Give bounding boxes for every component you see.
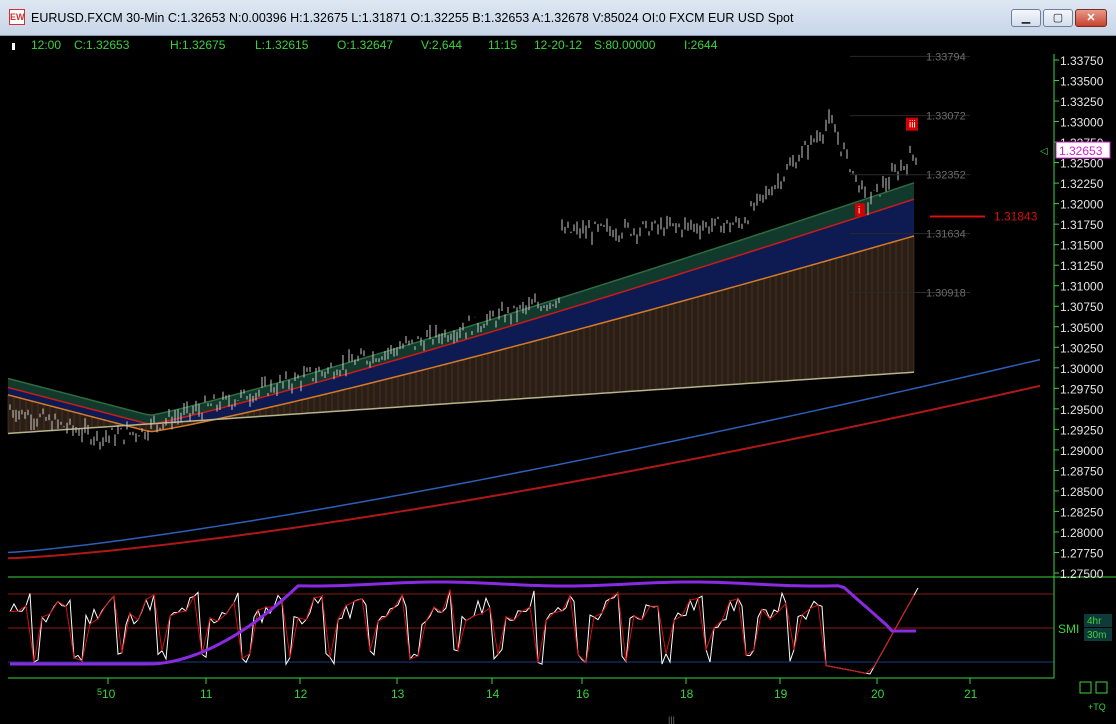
- price-tick-label: 1.31500: [1060, 239, 1104, 253]
- red-level-label: 1.31843: [994, 210, 1038, 224]
- info-high: H:1.32675: [170, 38, 226, 52]
- price-tick-label: 1.30000: [1060, 362, 1104, 376]
- chart-area[interactable]: 1.337501.335001.332501.330001.327501.325…: [0, 36, 1116, 724]
- current-price-label: 1.32653: [1059, 144, 1103, 158]
- bar-info-line: 12:00 C:1.32653 H:1.32675 L:1.32615 O:1.…: [0, 36, 1050, 54]
- price-tick-label: 1.32250: [1060, 177, 1104, 191]
- info-date: 12-20-12: [534, 38, 583, 52]
- close-button[interactable]: ✕: [1075, 9, 1107, 27]
- maximize-icon: ▢: [1052, 12, 1064, 24]
- price-tick-label: 1.33000: [1060, 116, 1104, 130]
- month-marker: 5: [97, 687, 102, 697]
- price-tick-label: 1.29250: [1060, 423, 1104, 437]
- window-title: EURUSD.FXCM 30-Min C:1.32653 N:0.00396 H…: [31, 11, 794, 25]
- pane-splitter: |||: [668, 715, 675, 724]
- price-tick-label: 1.30250: [1060, 341, 1104, 355]
- date-tick-label: 14: [486, 687, 500, 701]
- info-low: L:1.32615: [255, 38, 309, 52]
- info-s: S:80.00000: [594, 38, 656, 52]
- price-tick-label: 1.28250: [1060, 505, 1104, 519]
- info-time: 12:00: [31, 38, 62, 52]
- level-label: 1.31634: [926, 229, 966, 241]
- price-tick-label: 1.29000: [1060, 444, 1104, 458]
- date-tick-label: 12: [294, 687, 308, 701]
- price-tick-label: 1.28000: [1060, 526, 1104, 540]
- date-tick-label: 11: [200, 687, 213, 701]
- price-tick-label: 1.33750: [1060, 54, 1104, 68]
- timeframe-2: 30m: [1087, 630, 1106, 641]
- indicator-name: SMI: [1058, 622, 1079, 636]
- minimize-icon: ▁: [1021, 12, 1031, 24]
- date-tick-label: 13: [391, 687, 405, 701]
- date-tick-label: 20: [871, 687, 885, 701]
- wave-marker-label: iii: [909, 120, 916, 131]
- price-chart[interactable]: 1.337501.335001.332501.330001.327501.325…: [0, 36, 1116, 724]
- app-icon: EW: [9, 9, 25, 25]
- price-tick-label: 1.29750: [1060, 382, 1104, 396]
- window-titlebar: EW EURUSD.FXCM 30-Min C:1.32653 N:0.0039…: [0, 0, 1116, 36]
- info-i: I:2644: [684, 38, 718, 52]
- price-tick-label: 1.28500: [1060, 485, 1104, 499]
- wave-marker-label: i: [858, 205, 860, 216]
- grid-box-icon: [1095, 681, 1108, 694]
- price-tick-label: 1.27750: [1060, 546, 1104, 560]
- date-tick-label: 10: [102, 687, 116, 701]
- minimize-button[interactable]: ▁: [1011, 9, 1041, 27]
- date-tick-label: 18: [680, 687, 694, 701]
- level-label: 1.30918: [926, 287, 966, 299]
- close-icon: ✕: [1086, 12, 1096, 24]
- info-open: O:1.32647: [337, 38, 394, 52]
- price-tick-label: 1.32000: [1060, 198, 1104, 212]
- info-close: C:1.32653: [74, 38, 130, 52]
- level-label: 1.32352: [926, 170, 966, 182]
- price-tick-label: 1.32500: [1060, 157, 1104, 171]
- date-tick-label: 16: [576, 687, 590, 701]
- price-tick-label: 1.31750: [1060, 218, 1104, 232]
- price-tick-label: 1.30750: [1060, 300, 1104, 314]
- price-tick-label: 1.29500: [1060, 403, 1104, 417]
- price-tick-label: 1.31000: [1060, 280, 1104, 294]
- smi-oscillator-line: [9, 587, 919, 675]
- price-arrow-icon: ◁: [1040, 146, 1048, 157]
- level-label: 1.33072: [926, 111, 966, 123]
- maximize-button[interactable]: ▢: [1043, 9, 1073, 27]
- date-tick-label: 21: [964, 687, 978, 701]
- price-tick-label: 1.33500: [1060, 75, 1104, 89]
- zoom-box-icon: [1079, 681, 1092, 694]
- info-bar-time: 11:15: [488, 38, 518, 52]
- timeframe-1: 4hr: [1087, 616, 1102, 627]
- price-tick-label: 1.33250: [1060, 95, 1104, 109]
- price-tick-label: 1.27500: [1060, 567, 1104, 581]
- info-volume: V:2,644: [421, 38, 462, 52]
- date-tick-label: 19: [774, 687, 788, 701]
- status-tq: +TQ: [1088, 702, 1106, 712]
- price-tick-label: 1.30500: [1060, 321, 1104, 335]
- price-tick-label: 1.28750: [1060, 464, 1104, 478]
- price-tick-label: 1.31250: [1060, 259, 1104, 273]
